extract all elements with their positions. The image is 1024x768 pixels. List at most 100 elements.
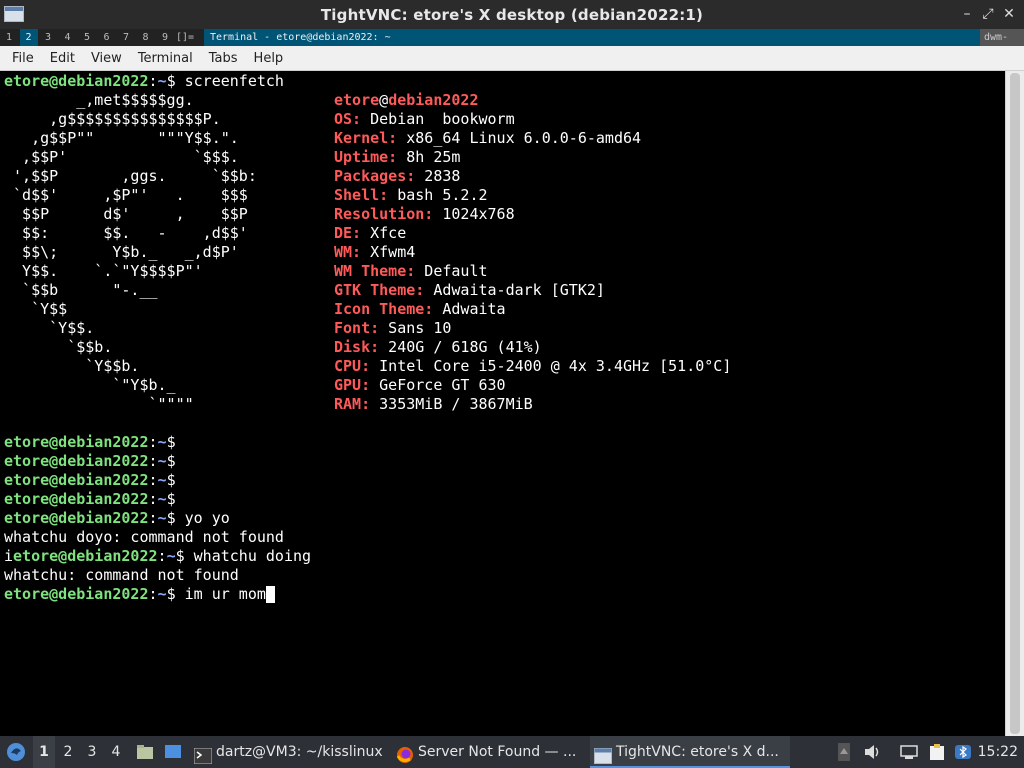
terminal-output[interactable]: etore@debian2022:~$ screenfetch _,met$$$… — [0, 71, 1005, 736]
prompt-path: ~ — [157, 585, 167, 603]
prompt-line: etore@debian2022:~$ — [4, 471, 176, 489]
prompt-path: ~ — [157, 509, 167, 527]
tray-scroll-arrow[interactable] — [836, 736, 852, 768]
dwm-tag-4[interactable]: 4 — [59, 29, 77, 46]
menu-tabs[interactable]: Tabs — [201, 46, 246, 71]
info-row: Icon Theme: Adwaita — [334, 300, 731, 319]
ascii-logo-line: _,met$$$$$gg. — [4, 91, 194, 109]
volume-control[interactable] — [862, 736, 882, 768]
prompt-line: etore@debian2022:~$ yo yo — [4, 509, 230, 527]
dwm-tag-3[interactable]: 3 — [39, 29, 57, 46]
info-value: Debian bookworm — [361, 110, 515, 128]
ascii-logo-line: $$: $$. - ,d$$' — [4, 224, 248, 242]
info-value: Xfwm4 — [361, 243, 416, 261]
menu-help[interactable]: Help — [246, 46, 292, 71]
dwm-tag-1[interactable]: 1 — [0, 29, 18, 46]
vnc-window-titlebar[interactable]: TightVNC: etore's X desktop (debian2022:… — [0, 0, 1024, 29]
prompt-user-host: etore@debian2022 — [13, 547, 158, 565]
network-indicator[interactable] — [898, 736, 920, 768]
workspace-3[interactable]: 3 — [81, 736, 103, 768]
info-row: CPU: Intel Core i5-2400 @ 4x 3.4GHz [51.… — [334, 357, 731, 376]
dwm-tag-5[interactable]: 5 — [78, 29, 96, 46]
taskbar-task[interactable]: Server Not Found — ... — [392, 736, 588, 768]
info-value: Adwaita — [433, 300, 506, 318]
prompt-symbol: $ — [175, 547, 185, 565]
speaker-icon — [865, 745, 879, 759]
whisker-menu-button[interactable] — [4, 736, 28, 768]
output-line: whatchu: command not found — [4, 566, 239, 584]
bluetooth-icon — [955, 745, 971, 759]
taskbar-task-label: TightVNC: etore's X d... — [616, 744, 779, 760]
prompt-user-host: etore@debian2022 — [4, 509, 149, 527]
screenfetch-info: etore@debian2022 OS: Debian bookworm Kern… — [334, 91, 731, 414]
workspace-4[interactable]: 4 — [105, 736, 127, 768]
close-button[interactable]: ✕ — [999, 4, 1019, 24]
prompt-symbol: $ — [166, 585, 176, 603]
dwm-status-text: dwm- — [980, 29, 1024, 46]
command-text: whatchu doing — [184, 547, 312, 565]
terminal-scrollbar[interactable] — [1005, 71, 1024, 736]
prompt-symbol: $ — [166, 72, 176, 90]
ascii-logo-line: ,$$P' `$$$. — [4, 148, 239, 166]
info-value: GeForce GT 630 — [370, 376, 506, 394]
info-key: DE: — [334, 224, 362, 242]
network-icon — [900, 745, 918, 759]
desktop-launcher[interactable] — [162, 736, 184, 768]
maximize-button[interactable]: ⤢ — [978, 4, 998, 24]
dwm-layout-symbol[interactable]: []= — [176, 29, 194, 46]
taskbar-task[interactable]: TightVNC: etore's X d... — [590, 736, 790, 768]
command-text: im ur mom — [175, 585, 266, 603]
terminal-line: etore@debian2022:~$ screenfetch — [4, 72, 284, 90]
terminal-icon — [193, 744, 213, 765]
prompt-line: etore@debian2022:~$ im ur mom — [4, 585, 311, 604]
clock[interactable]: 15:22 — [974, 736, 1018, 768]
info-row: GPU: GeForce GT 630 — [334, 376, 731, 395]
prompt-symbol: $ — [166, 490, 176, 508]
menu-view[interactable]: View — [83, 46, 130, 71]
ascii-logo-line: ,g$$P"" """Y$$.". — [4, 129, 239, 147]
workspace-2[interactable]: 2 — [57, 736, 79, 768]
prompt-line: ietore@debian2022:~$ whatchu doing — [4, 547, 312, 565]
info-key: WM Theme: — [334, 262, 416, 280]
vnc-window-icon[interactable] — [4, 6, 24, 22]
menu-file[interactable]: File — [4, 46, 42, 71]
vnc-window-title: TightVNC: etore's X desktop (debian2022:… — [320, 5, 704, 24]
menu-terminal[interactable]: Terminal — [130, 46, 201, 71]
menu-edit[interactable]: Edit — [42, 46, 83, 71]
dwm-tag-2[interactable]: 2 — [19, 29, 38, 46]
dwm-tag-8[interactable]: 8 — [137, 29, 155, 46]
ascii-logo-line: `Y$$. — [4, 319, 95, 337]
debian-ascii-logo: _,met$$$$$gg. ,g$$$$$$$$$$$$$$$P. ,g$$P"… — [4, 91, 257, 414]
taskbar-task[interactable]: dartz@VM3: ~/kisslinux — [190, 736, 388, 768]
minimize-button[interactable]: – — [957, 4, 977, 24]
prompt-path: ~ — [157, 471, 167, 489]
prompt-user-host: etore@debian2022 — [4, 433, 149, 451]
info-row: Resolution: 1024x768 — [334, 205, 731, 224]
dwm-tag-9[interactable]: 9 — [156, 29, 174, 46]
bluetooth-indicator[interactable] — [953, 736, 973, 768]
prompt-user-host: etore@debian2022 — [4, 72, 149, 90]
info-host: debian2022 — [388, 91, 479, 109]
firefox-icon — [396, 744, 414, 763]
info-key: GTK Theme: — [334, 281, 425, 299]
workspace-1[interactable]: 1 — [33, 736, 55, 768]
taskbar-task-label: dartz@VM3: ~/kisslinux — [216, 744, 383, 760]
info-value: 3353MiB / 3867MiB — [370, 395, 533, 413]
prompt-symbol: $ — [166, 471, 176, 489]
prompt-symbol: $ — [166, 433, 176, 451]
dwm-tag-7[interactable]: 7 — [117, 29, 135, 46]
clipboard-indicator[interactable] — [926, 736, 948, 768]
dwm-tag-6[interactable]: 6 — [98, 29, 116, 46]
dwm-status-bar: 123456789 []= Terminal - etore@debian202… — [0, 29, 1024, 46]
info-key: CPU: — [334, 357, 371, 375]
scrollbar-thumb[interactable] — [1010, 73, 1020, 734]
info-key: Shell: — [334, 186, 389, 204]
ascii-logo-line: `$$b. — [4, 338, 113, 356]
menu-icon — [7, 743, 25, 761]
info-key: RAM: — [334, 395, 371, 413]
desktop-icon — [165, 745, 181, 758]
info-key: Font: — [334, 319, 380, 337]
file-manager-launcher[interactable] — [134, 736, 156, 768]
ascii-logo-line: $$P d$' , $$P — [4, 205, 248, 223]
prompt-line: etore@debian2022:~$ — [4, 452, 176, 470]
